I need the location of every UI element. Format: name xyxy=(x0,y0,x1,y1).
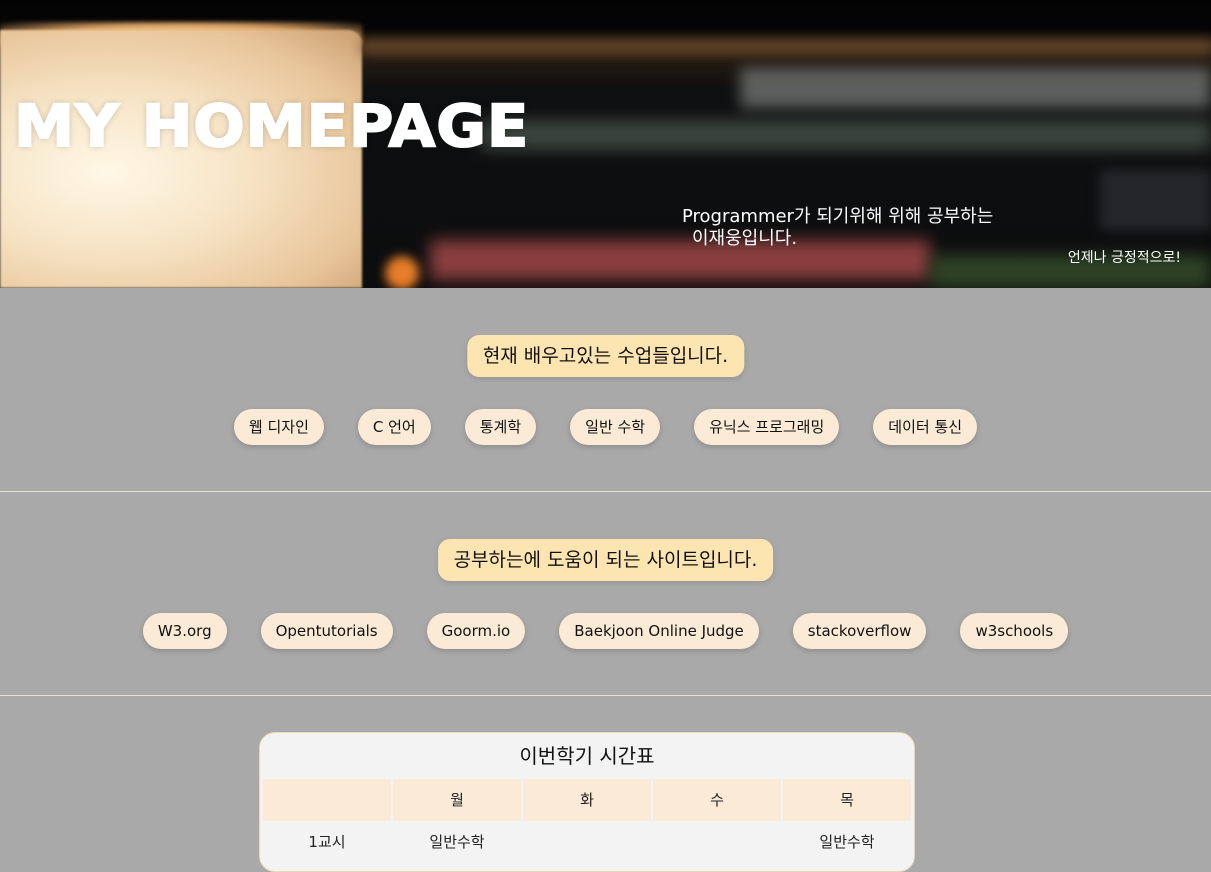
course-item-c-language[interactable]: C 언어 xyxy=(357,409,431,445)
course-item-data-communication[interactable]: 데이터 통신 xyxy=(873,409,978,445)
timetable-cell xyxy=(523,821,651,863)
site-link-goorm[interactable]: Goorm.io xyxy=(426,613,526,649)
hero-subtitle-line1: Programmer가 되기위해 위해 공부하는 xyxy=(682,206,994,227)
timetable-header-mon: 월 xyxy=(393,779,521,821)
site-link-w3org[interactable]: W3.org xyxy=(142,613,227,649)
site-link-stackoverflow[interactable]: stackoverflow xyxy=(792,613,927,649)
hero-bg-blur xyxy=(740,68,1211,108)
courses-section: 현재 배우고있는 수업들입니다. 웹 디자인 C 언어 통계학 일반 수학 유닉… xyxy=(0,288,1211,492)
course-item-web-design[interactable]: 웹 디자인 xyxy=(233,409,324,445)
timetable-header-tue: 화 xyxy=(523,779,651,821)
course-item-statistics[interactable]: 통계학 xyxy=(464,409,537,445)
page-title: MY HOMEPAGE xyxy=(13,91,530,161)
course-item-general-math[interactable]: 일반 수학 xyxy=(570,409,661,445)
timetable-header-wed: 수 xyxy=(653,779,781,821)
timetable-title: 이번학기 시간표 xyxy=(519,744,655,768)
hero-subtitle: Programmer가 되기위해 위해 공부하는 이재웅입니다. xyxy=(682,206,1012,250)
sites-list: W3.org Opentutorials Goorm.io Baekjoon O… xyxy=(0,613,1211,649)
timetable: 이번학기 시간표 월 화 수 목 1교시 일반수학 일반수학 xyxy=(259,732,915,872)
timetable-row: 1교시 일반수학 일반수학 xyxy=(260,821,914,863)
hero-bg-blur xyxy=(480,120,1211,150)
site-link-opentutorials[interactable]: Opentutorials xyxy=(260,613,393,649)
hero-motto: 언제나 긍정적으로! xyxy=(1067,250,1181,266)
hero-bg-blur xyxy=(385,256,419,288)
timetable-header-row: 월 화 수 목 xyxy=(260,779,914,821)
hero-subtitle-line2: 이재웅입니다. xyxy=(692,228,798,249)
sites-section: 공부하는에 도움이 되는 사이트입니다. W3.org Opentutorial… xyxy=(0,492,1211,696)
site-link-baekjoon[interactable]: Baekjoon Online Judge xyxy=(559,613,759,649)
site-link-w3schools[interactable]: w3schools xyxy=(960,613,1069,649)
course-item-unix-programming[interactable]: 유닉스 프로그래밍 xyxy=(694,409,840,445)
timetable-cell: 일반수학 xyxy=(783,821,911,863)
timetable-period-label: 1교시 xyxy=(263,821,391,863)
hero-banner: MY HOMEPAGE Programmer가 되기위해 위해 공부하는 이재웅… xyxy=(0,0,1211,288)
sites-heading: 공부하는에 도움이 되는 사이트입니다. xyxy=(437,539,774,581)
hero-bg-blur xyxy=(362,40,1211,54)
courses-list: 웹 디자인 C 언어 통계학 일반 수학 유닉스 프로그래밍 데이터 통신 xyxy=(0,409,1211,445)
timetable-cell: 일반수학 xyxy=(393,821,521,863)
timetable-header-thu: 목 xyxy=(783,779,911,821)
hero-bg-blur xyxy=(1100,170,1211,230)
timetable-header-corner xyxy=(263,779,391,821)
timetable-cell xyxy=(653,821,781,863)
courses-heading: 현재 배우고있는 수업들입니다. xyxy=(466,335,745,377)
